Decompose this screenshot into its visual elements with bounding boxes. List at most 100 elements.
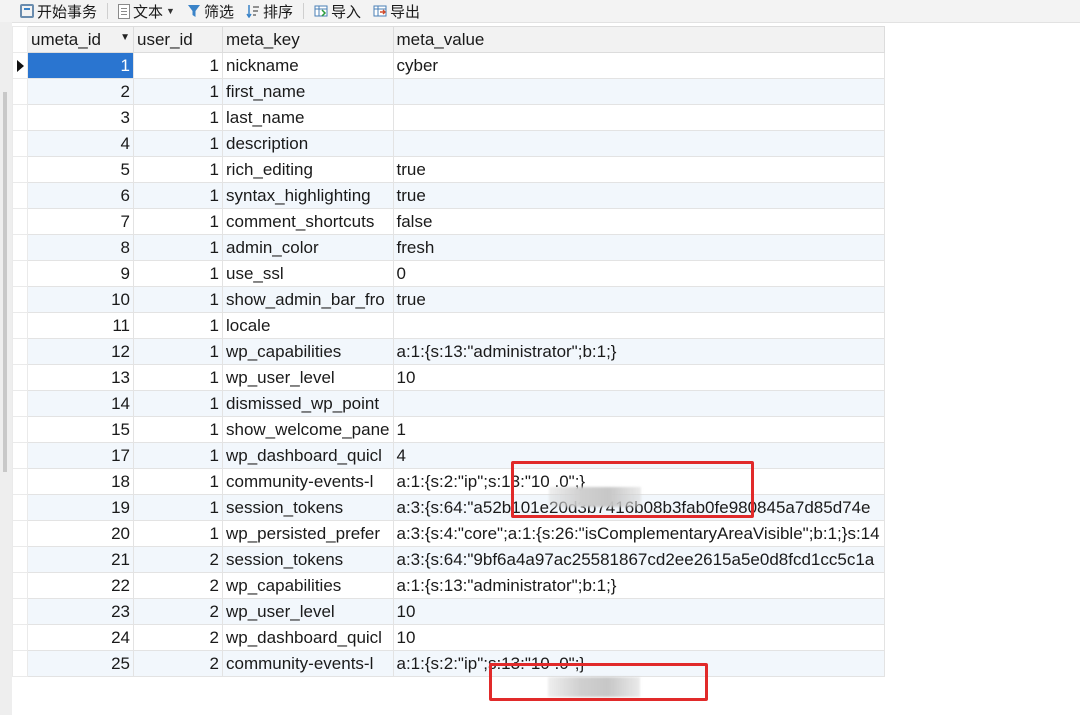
cell-user-id[interactable]: 2 <box>133 624 223 651</box>
table-row[interactable]: 2 1 first_name <box>12 78 885 105</box>
cell-meta-key[interactable]: wp_capabilities <box>222 572 394 599</box>
cell-user-id[interactable]: 1 <box>133 416 223 443</box>
row-header[interactable] <box>12 546 28 573</box>
table-row[interactable]: 21 2 session_tokens a:3:{s:64:"9bf6a4a97ac2… <box>12 546 885 573</box>
cell-meta-key[interactable]: syntax_highlighting <box>222 182 394 209</box>
row-header[interactable] <box>12 104 28 131</box>
sort-button[interactable]: 排序 <box>244 0 295 22</box>
table-row[interactable]: 15 1 show_welcome_pane 1 <box>12 416 885 443</box>
row-header[interactable] <box>12 260 28 287</box>
cell-meta-value[interactable]: 1 <box>392 416 885 443</box>
cell-meta-key[interactable]: session_tokens <box>222 546 394 573</box>
cell-user-id[interactable]: 1 <box>133 494 223 521</box>
table-row[interactable]: 10 1 show_admin_bar_fro true <box>12 286 885 313</box>
cell-meta-key[interactable]: show_admin_bar_fro <box>222 286 394 313</box>
cell-meta-key[interactable]: session_tokens <box>222 494 394 521</box>
column-header-meta-key[interactable]: meta_key <box>222 26 394 53</box>
sort-down-icon[interactable]: ▼ <box>120 32 130 43</box>
cell-umeta-id[interactable]: 12 <box>27 338 134 365</box>
cell-umeta-id[interactable]: 6 <box>27 182 134 209</box>
row-header[interactable] <box>12 390 28 417</box>
row-header[interactable] <box>12 78 28 105</box>
cell-user-id[interactable]: 1 <box>133 286 223 313</box>
cell-user-id[interactable]: 1 <box>133 52 223 79</box>
cell-umeta-id[interactable]: 21 <box>27 546 134 573</box>
filter-button[interactable]: 筛选 <box>185 0 236 22</box>
cell-meta-key[interactable]: admin_color <box>222 234 394 261</box>
table-row[interactable]: 20 1 wp_persisted_prefer a:3:{s:4:"core";a:… <box>12 520 885 547</box>
cell-meta-value[interactable] <box>392 78 885 105</box>
cell-user-id[interactable]: 1 <box>133 312 223 339</box>
table-row[interactable]: 9 1 use_ssl 0 <box>12 260 885 287</box>
cell-umeta-id[interactable]: 3 <box>27 104 134 131</box>
cell-meta-value[interactable]: a:3:{s:4:"core";a:1:{s:26:"isComplementa… <box>392 520 885 547</box>
row-header[interactable] <box>12 156 28 183</box>
cell-user-id[interactable]: 2 <box>133 650 223 677</box>
column-header-user-id[interactable]: user_id <box>133 26 223 53</box>
cell-umeta-id[interactable]: 4 <box>27 130 134 157</box>
cell-meta-key[interactable]: use_ssl <box>222 260 394 287</box>
cell-meta-key[interactable]: community-events-l <box>222 650 394 677</box>
table-row[interactable]: 25 2 community-events-l a:1:{s:2:"ip";s:13:… <box>12 650 885 677</box>
cell-meta-key[interactable]: wp_capabilities <box>222 338 394 365</box>
row-header[interactable] <box>12 572 28 599</box>
row-header[interactable] <box>12 468 28 495</box>
cell-user-id[interactable]: 1 <box>133 442 223 469</box>
cell-user-id[interactable]: 1 <box>133 260 223 287</box>
cell-user-id[interactable]: 1 <box>133 104 223 131</box>
cell-umeta-id[interactable]: 23 <box>27 598 134 625</box>
cell-umeta-id[interactable]: 8 <box>27 234 134 261</box>
cell-umeta-id[interactable]: 20 <box>27 520 134 547</box>
cell-umeta-id[interactable]: 11 <box>27 312 134 339</box>
row-header[interactable] <box>12 650 28 677</box>
cell-meta-key[interactable]: dismissed_wp_point <box>222 390 394 417</box>
text-view-button[interactable]: 文本 ▼ <box>116 0 177 22</box>
cell-meta-key[interactable]: wp_user_level <box>222 598 394 625</box>
cell-umeta-id[interactable]: 15 <box>27 416 134 443</box>
cell-meta-key[interactable]: first_name <box>222 78 394 105</box>
cell-umeta-id[interactable]: 7 <box>27 208 134 235</box>
cell-user-id[interactable]: 1 <box>133 520 223 547</box>
cell-meta-value[interactable]: cyber <box>392 52 885 79</box>
cell-umeta-id[interactable]: 10 <box>27 286 134 313</box>
cell-meta-key[interactable]: community-events-l <box>222 468 394 495</box>
cell-meta-key[interactable]: wp_dashboard_quicl <box>222 442 394 469</box>
cell-meta-key[interactable]: description <box>222 130 394 157</box>
begin-transaction-button[interactable]: 开始事务 <box>18 0 99 22</box>
column-header-meta-value[interactable]: meta_value <box>392 26 885 53</box>
cell-user-id[interactable]: 2 <box>133 572 223 599</box>
cell-umeta-id[interactable]: 17 <box>27 442 134 469</box>
table-row[interactable]: 13 1 wp_user_level 10 <box>12 364 885 391</box>
cell-user-id[interactable]: 1 <box>133 390 223 417</box>
cell-meta-value[interactable]: a:1:{s:13:"administrator";b:1;} <box>392 338 885 365</box>
cell-umeta-id[interactable]: 5 <box>27 156 134 183</box>
row-header[interactable] <box>12 286 28 313</box>
cell-meta-value[interactable] <box>392 312 885 339</box>
table-row[interactable]: 1 1 nickname cyber <box>12 52 885 79</box>
row-header[interactable] <box>12 130 28 157</box>
cell-user-id[interactable]: 1 <box>133 338 223 365</box>
table-row[interactable]: 11 1 locale <box>12 312 885 339</box>
cell-umeta-id[interactable]: 25 <box>27 650 134 677</box>
row-header[interactable] <box>12 52 28 79</box>
chevron-down-icon[interactable]: ▼ <box>166 6 175 16</box>
cell-meta-value[interactable] <box>392 390 885 417</box>
table-row[interactable]: 8 1 admin_color fresh <box>12 234 885 261</box>
cell-umeta-id[interactable]: 14 <box>27 390 134 417</box>
cell-meta-value[interactable] <box>392 130 885 157</box>
cell-user-id[interactable]: 1 <box>133 182 223 209</box>
cell-meta-value[interactable]: false <box>392 208 885 235</box>
table-row[interactable]: 14 1 dismissed_wp_point <box>12 390 885 417</box>
cell-user-id[interactable]: 1 <box>133 234 223 261</box>
row-header[interactable] <box>12 234 28 261</box>
left-scrollbar[interactable] <box>0 22 12 715</box>
row-header[interactable] <box>12 494 28 521</box>
row-header[interactable] <box>12 624 28 651</box>
cell-meta-value[interactable]: 10 <box>392 364 885 391</box>
row-header[interactable] <box>12 208 28 235</box>
cell-user-id[interactable]: 1 <box>133 130 223 157</box>
column-header-umeta-id[interactable]: umeta_id ▼ <box>27 26 134 53</box>
cell-meta-key[interactable]: wp_persisted_prefer <box>222 520 394 547</box>
cell-meta-value[interactable]: true <box>392 182 885 209</box>
table-row[interactable]: 24 2 wp_dashboard_quicl 10 <box>12 624 885 651</box>
